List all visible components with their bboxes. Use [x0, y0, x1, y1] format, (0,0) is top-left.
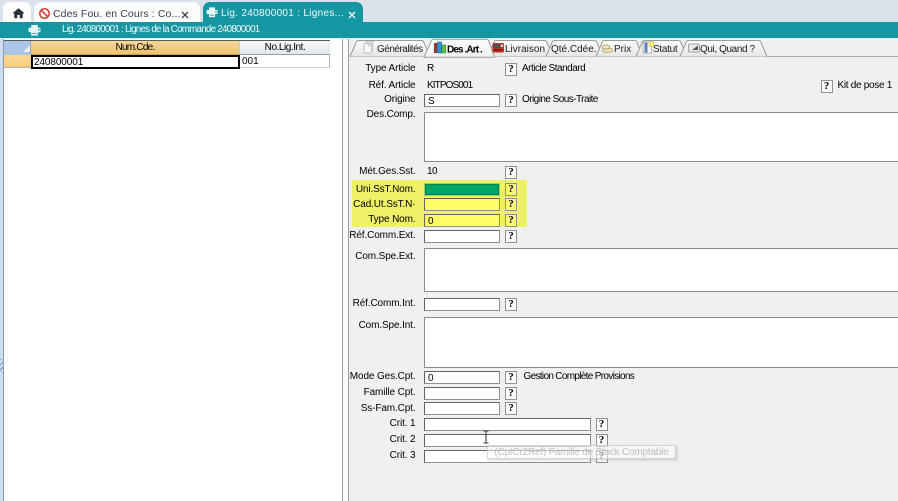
svg-text:Qui, Quand ?: Qui, Quand ? [700, 44, 756, 55]
svg-text:Généralités: Généralités [377, 44, 423, 55]
svg-text:Livraison: Livraison [505, 44, 545, 55]
svg-text:Des .Art .: Des .Art . [447, 45, 483, 56]
svg-text:Prix: Prix [614, 44, 631, 55]
svg-text:Qté.Cdée.: Qté.Cdée. [551, 44, 597, 55]
svg-text:Statut: Statut [653, 44, 678, 55]
